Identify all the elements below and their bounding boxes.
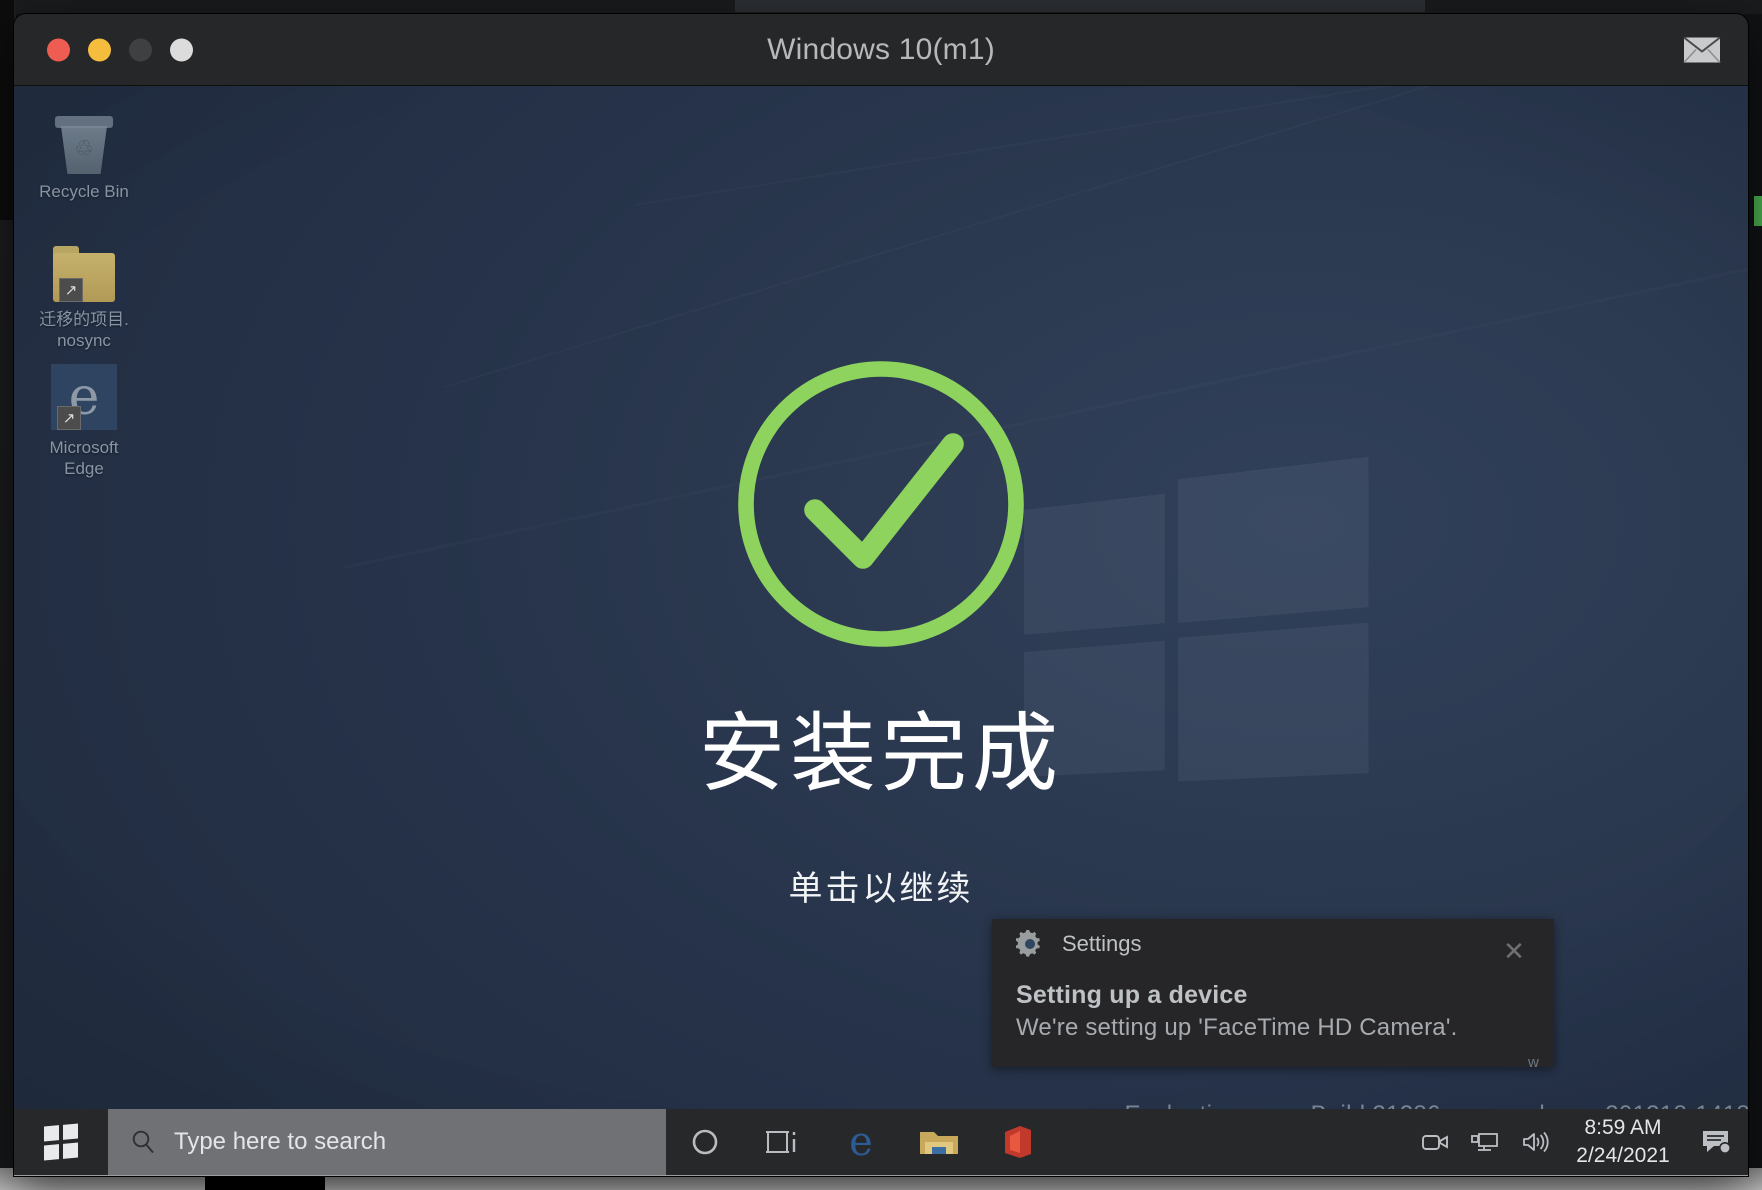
office-icon [1005, 1126, 1031, 1158]
page-subtitle: 单击以继续 [788, 870, 974, 908]
notification-toast[interactable]: Settings ✕ Setting up a device We're set… [992, 919, 1554, 1067]
notification-header: Settings [992, 919, 1554, 969]
vm-window: Windows 10(m1) ♲ Recycle Bin ↗ 迁移的项目. no… [14, 14, 1748, 1176]
task-view-icon [766, 1131, 796, 1153]
background-green-accent [1754, 196, 1762, 226]
clock-time: 8:59 AM [1584, 1116, 1662, 1140]
clock[interactable]: 8:59 AM 2/24/2021 [1560, 1114, 1686, 1169]
tray-item-network[interactable] [1460, 1131, 1510, 1153]
network-icon [1471, 1133, 1498, 1151]
camera-icon [1422, 1135, 1448, 1150]
recycle-bin-icon: ♲ [18, 98, 150, 174]
background-top-blob [735, 0, 1425, 12]
folder-icon: ↗ [18, 226, 150, 302]
edge-icon: e [849, 1119, 873, 1165]
taskbar-item-file-explorer[interactable] [900, 1109, 978, 1175]
window-titlebar[interactable]: Windows 10(m1) [14, 14, 1748, 86]
notification-title: Setting up a device [1016, 981, 1248, 1009]
folder-icon [920, 1132, 958, 1154]
action-center-button[interactable] [1686, 1128, 1748, 1156]
desktop-icon-label-line1: 迁移的项目. [39, 310, 129, 329]
system-tray: 8:59 AM 2/24/2021 [1410, 1109, 1748, 1175]
taskbar-item-cortana[interactable] [666, 1109, 744, 1175]
taskbar-item-task-view[interactable] [744, 1109, 822, 1175]
desktop-icon-label-line2: nosync [57, 331, 111, 351]
start-button[interactable] [14, 1109, 108, 1175]
desktop-icon-migrated-items[interactable]: ↗ 迁移的项目. nosync [18, 226, 150, 352]
desktop-icon-label: Recycle Bin [39, 182, 129, 201]
taskbar-item-edge[interactable]: e [822, 1109, 900, 1175]
window-title: Windows 10(m1) [767, 32, 995, 66]
background-behind-icons [0, 0, 14, 220]
notification-app-name: Settings [1062, 931, 1142, 956]
page-title: 安装完成 [699, 706, 1063, 802]
volume-icon [1523, 1131, 1549, 1153]
screen: Windows 10(m1) ♲ Recycle Bin ↗ 迁移的项目. no… [0, 0, 1762, 1190]
taskbar: Type here to search e 8:59 AM 2/24/2021 [14, 1109, 1748, 1175]
background-bottom-notch [205, 1176, 325, 1190]
search-icon [132, 1130, 154, 1154]
taskbar-item-office[interactable] [978, 1109, 1056, 1175]
windows-logo-icon [44, 1123, 78, 1161]
tray-item-volume[interactable] [1510, 1131, 1560, 1153]
watermark-corner-text: w [1528, 1054, 1539, 1071]
mail-icon[interactable] [1683, 36, 1721, 63]
tray-item-camera[interactable] [1410, 1131, 1460, 1153]
cortana-circle-icon [692, 1129, 718, 1155]
windows-desktop[interactable]: ♲ Recycle Bin ↗ 迁移的项目. nosync e ↗ Micros… [14, 86, 1748, 1175]
clock-date: 2/24/2021 [1576, 1144, 1670, 1167]
action-center-icon [1703, 1131, 1731, 1154]
shortcut-arrow-icon: ↗ [59, 278, 83, 302]
notification-body: We're setting up 'FaceTime HD Camera'. [1016, 1014, 1458, 1041]
setup-complete-panel: 安装完成 单击以继续 [14, 354, 1748, 910]
check-circle-icon [738, 361, 1024, 647]
search-placeholder: Type here to search [174, 1128, 387, 1155]
search-input[interactable]: Type here to search [108, 1109, 666, 1175]
settings-gear-icon [1016, 930, 1040, 957]
desktop-icon-recycle-bin[interactable]: ♲ Recycle Bin [18, 98, 150, 202]
close-icon[interactable]: ✕ [1496, 935, 1532, 967]
